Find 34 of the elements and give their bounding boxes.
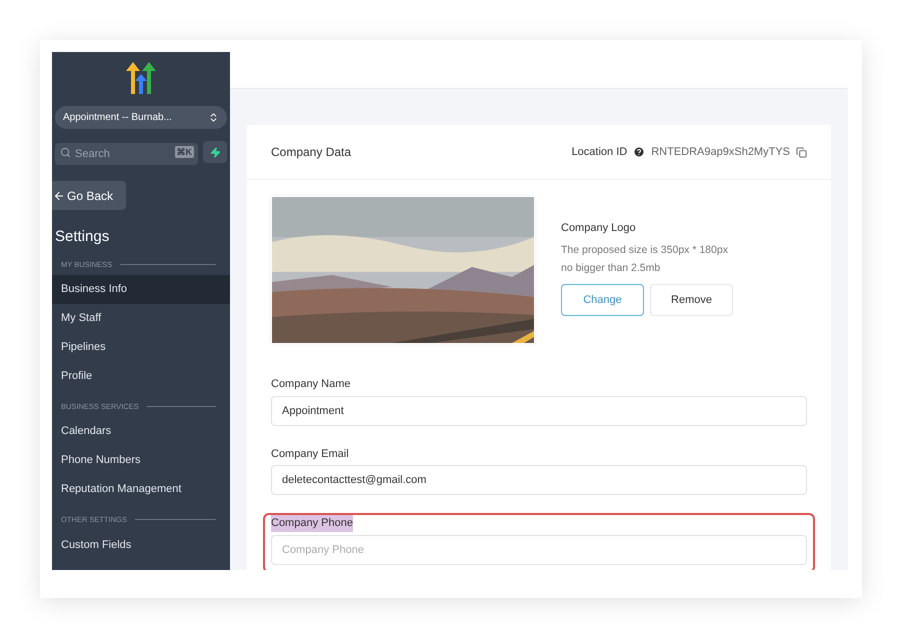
sidebar-item[interactable]: My Staff bbox=[52, 304, 230, 333]
sidebar-item[interactable]: Profile bbox=[52, 362, 230, 391]
back-button[interactable]: Go Back bbox=[52, 181, 126, 210]
chevron-icon bbox=[208, 112, 219, 123]
copy-icon[interactable] bbox=[796, 146, 807, 158]
logo-icon bbox=[124, 62, 158, 94]
account-switcher[interactable]: Appointment -- Burnab... bbox=[55, 106, 227, 129]
sidebar-item[interactable]: Custom Fields bbox=[52, 530, 230, 560]
shortcut-key: ⌘K bbox=[174, 146, 194, 158]
help-icon bbox=[633, 146, 646, 158]
location-label: Location ID bbox=[572, 144, 628, 160]
sidebar-item[interactable]: Reputation Management bbox=[52, 475, 230, 504]
sidebar-title: Settings bbox=[55, 227, 110, 247]
text-field[interactable]: Appointment bbox=[271, 396, 807, 426]
text-field[interactable]: deletecontacttest@gmail.com bbox=[271, 465, 807, 495]
sidebar-item[interactable]: Calendars bbox=[52, 417, 230, 446]
logo-title: Company Logo bbox=[561, 221, 637, 236]
sidebar-item[interactable]: Phone Numbers bbox=[52, 446, 230, 475]
change-button[interactable]: Change bbox=[561, 284, 644, 316]
logo-hint: no bigger than 2.5mb bbox=[561, 261, 662, 276]
field-label: Company Name bbox=[271, 377, 350, 392]
lightning-icon bbox=[210, 146, 220, 158]
arrow-left-icon bbox=[53, 190, 65, 202]
quick-action-button[interactable] bbox=[203, 141, 227, 163]
sidebar-item[interactable]: Pipelines bbox=[52, 332, 230, 362]
field-label: Company Phone bbox=[271, 515, 353, 532]
card-title: Company Data bbox=[271, 144, 352, 161]
field-label: Company Email bbox=[271, 446, 349, 462]
search-icon bbox=[60, 146, 71, 158]
logo-hint: The proposed size is 350px * 180px bbox=[561, 242, 729, 258]
remove-button[interactable]: Remove bbox=[650, 284, 733, 316]
location-id: RNTEDRA9ap9xSh2MyTYS bbox=[651, 144, 790, 160]
sidebar-item[interactable]: Business Info bbox=[52, 274, 230, 304]
text-field[interactable]: Company Phone bbox=[271, 534, 807, 564]
